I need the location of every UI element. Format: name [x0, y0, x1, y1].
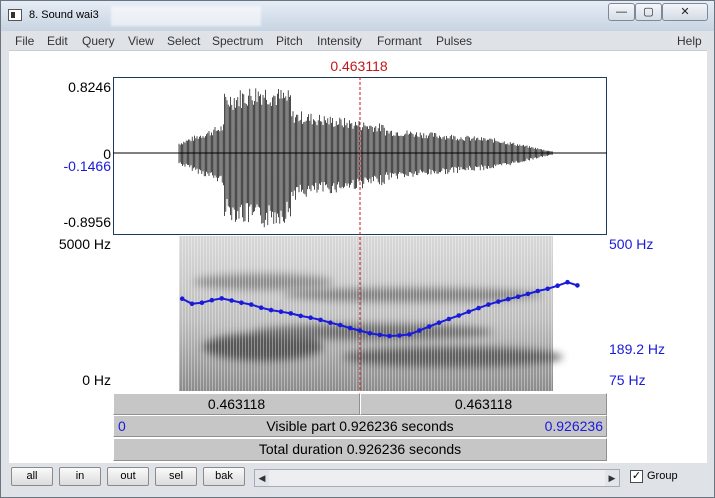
menu-bar: File Edit Query View Select Spectrum Pit…	[9, 32, 707, 51]
menu-view[interactable]: View	[128, 34, 154, 48]
scroll-right-arrow-icon[interactable]: ▶	[605, 470, 619, 486]
total-duration-bar[interactable]: Total duration 0.926236 seconds	[113, 438, 607, 461]
pitch-point	[209, 297, 215, 303]
menu-file[interactable]: File	[15, 34, 34, 48]
pitch-point	[525, 291, 531, 297]
pitch-point	[229, 298, 234, 303]
pitch-point	[407, 332, 412, 337]
pitch-point	[199, 300, 205, 305]
waveform-max-label: 0.8246	[68, 79, 111, 95]
horizontal-scrollbar[interactable]: ◀ ▶	[254, 469, 620, 487]
menu-pitch[interactable]: Pitch	[276, 34, 303, 48]
visible-part-bar[interactable]: 0 Visible part 0.926236 seconds 0.926236	[113, 415, 607, 437]
pitch-point	[555, 283, 560, 288]
zoom-in-button[interactable]: in	[59, 467, 101, 486]
menu-help[interactable]: Help	[677, 34, 702, 48]
pitch-point	[298, 313, 303, 319]
sound-editor-window: 8. Sound wai3 — ▢ ✕ File Edit Query View…	[0, 0, 715, 498]
pitch-point	[308, 315, 313, 320]
pitch-point	[436, 320, 442, 325]
app-icon	[8, 9, 22, 21]
pitch-point	[328, 320, 333, 325]
pitch-point	[496, 299, 501, 304]
scroll-left-arrow-icon[interactable]: ◀	[255, 470, 269, 486]
pitch-min-label: 75 Hz	[609, 372, 646, 388]
pitch-point	[367, 331, 373, 336]
pitch-point	[476, 305, 481, 311]
pitch-point	[179, 296, 185, 301]
pitch-point	[535, 288, 541, 294]
selection-left-time: 0.463118	[207, 396, 266, 412]
menu-pulses[interactable]: Pulses	[436, 34, 472, 48]
pitch-point	[278, 309, 284, 314]
menu-formant[interactable]: Formant	[377, 34, 422, 48]
pitch-point	[466, 309, 472, 314]
waveform-min-label: -0.8956	[63, 214, 111, 230]
selection-left-part[interactable]: 0.463118	[113, 393, 360, 415]
pitch-max-label: 500 Hz	[609, 236, 654, 252]
pitch-point	[249, 302, 254, 307]
menu-edit[interactable]: Edit	[47, 34, 68, 48]
menu-intensity[interactable]: Intensity	[317, 34, 362, 48]
selection-right-part[interactable]: 0.463118	[360, 393, 607, 415]
pitch-point	[347, 325, 353, 331]
zoom-all-button[interactable]: all	[11, 467, 53, 486]
pitch-point	[189, 301, 195, 307]
window-title: 8. Sound wai3	[29, 9, 99, 21]
pitch-point	[486, 302, 491, 307]
pitch-point	[337, 322, 343, 328]
total-duration-text: Total duration 0.926236 seconds	[258, 441, 462, 457]
zoom-out-button[interactable]: out	[107, 467, 149, 486]
zoom-back-button[interactable]: bak	[203, 467, 245, 486]
pitch-point	[357, 328, 363, 333]
close-button[interactable]: ✕	[662, 3, 708, 21]
menu-spectrum[interactable]: Spectrum	[212, 34, 263, 48]
pitch-point	[268, 307, 274, 313]
pitch-point	[505, 296, 511, 302]
pitch-point	[417, 328, 422, 333]
pitch-point	[446, 316, 452, 322]
pitch-point	[456, 313, 462, 318]
title-bar[interactable]: 8. Sound wai3 — ▢ ✕	[1, 1, 714, 31]
pitch-value-label: 189.2 Hz	[609, 341, 666, 357]
menu-query[interactable]: Query	[82, 34, 115, 48]
cursor-time-label: 0.463118	[330, 58, 388, 74]
waveform-cursor-value: -0.1466	[63, 158, 111, 174]
group-label: Group	[647, 470, 678, 482]
pitch-point	[318, 317, 323, 323]
signal-display[interactable]	[113, 77, 607, 392]
zoom-selection-button[interactable]: sel	[155, 467, 197, 486]
minimize-button[interactable]: —	[608, 3, 635, 21]
pitch-point	[387, 333, 392, 339]
group-checkbox[interactable]: ✓	[630, 470, 643, 483]
pitch-point	[545, 286, 550, 292]
pitch-point	[426, 324, 432, 329]
visible-part-text: Visible part 0.926236 seconds	[266, 418, 454, 434]
pitch-point	[258, 305, 264, 310]
pitch-point	[565, 279, 570, 285]
spectrogram-min-freq-label: 0 Hz	[82, 372, 111, 388]
visible-end: 0.926236	[544, 418, 603, 434]
pitch-point	[288, 311, 294, 316]
selection-right-time: 0.463118	[454, 396, 513, 412]
pitch-point	[397, 333, 402, 338]
pitch-point	[575, 283, 580, 288]
spectrogram-max-freq-label: 5000 Hz	[58, 236, 111, 252]
pitch-point	[515, 294, 521, 299]
spectrogram	[179, 236, 563, 391]
visible-start: 0	[118, 418, 126, 434]
blurred-title-area	[111, 6, 261, 26]
pitch-point	[377, 332, 383, 338]
maximize-button[interactable]: ▢	[635, 3, 662, 21]
pitch-point	[219, 296, 224, 301]
menu-select[interactable]: Select	[167, 34, 200, 48]
pitch-point	[239, 300, 244, 305]
